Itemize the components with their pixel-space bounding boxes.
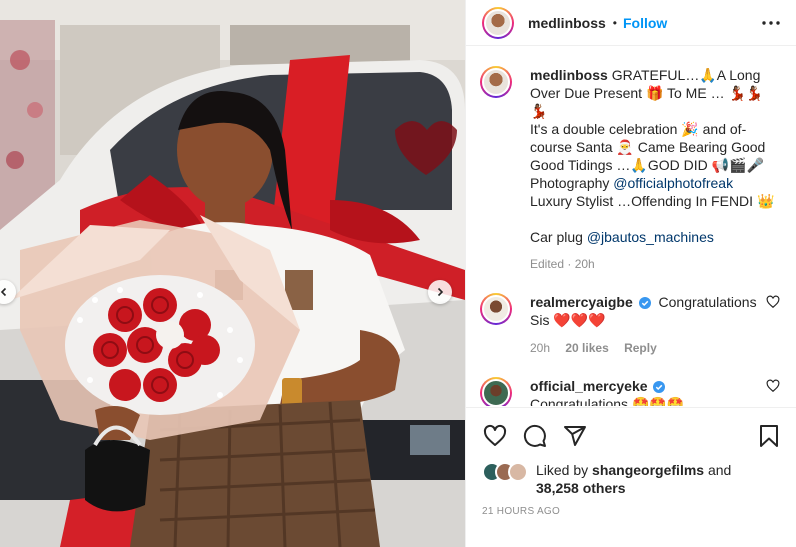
liked-by-user-link[interactable]: shangeorgefilms [592, 462, 704, 478]
post-photo [0, 0, 465, 547]
comment-body: Congratulations 🤩🤩🤩 [530, 396, 685, 406]
save-button[interactable] [756, 423, 782, 449]
caption-line: GRATEFUL…🙏A Long [611, 67, 761, 83]
comment-time[interactable]: 20h [530, 341, 550, 355]
comment-bubble-icon [523, 424, 546, 447]
liked-by-avatars[interactable] [482, 462, 528, 482]
comment-button[interactable] [522, 423, 548, 449]
comments-section[interactable]: medlinboss GRATEFUL…🙏A Long Over Due Pre… [466, 54, 796, 406]
commenter-avatar[interactable] [480, 377, 512, 406]
photographer-mention-link[interactable]: @officialphotofreak [613, 175, 733, 191]
caption-line: course Santa 🎅 Came Bearing Good [530, 139, 766, 155]
bookmark-icon [760, 425, 778, 447]
verified-badge-icon [638, 297, 651, 309]
comment-reply-button[interactable]: Reply [624, 341, 657, 355]
caption-username[interactable]: medlinboss [530, 67, 608, 83]
post-photo-illustration [0, 0, 465, 547]
liker-avatar [508, 462, 528, 482]
likes-summary: Liked by shangeorgefilms and 38,258 othe… [482, 461, 782, 497]
caption-line: It's a double celebration 🎉 and of- [530, 121, 747, 137]
comment-body: Congratulations [658, 294, 757, 310]
liked-by-and: and [704, 462, 732, 478]
commenter-avatar[interactable] [480, 293, 512, 325]
caption-row: medlinboss GRATEFUL…🙏A Long Over Due Pre… [466, 54, 796, 273]
post-header: medlinboss • Follow [466, 0, 796, 46]
chevron-right-icon [437, 287, 444, 297]
liked-by-prefix: Liked by [536, 462, 593, 478]
comment-text: official_mercyeke Congratulations 🤩🤩🤩 [530, 377, 758, 406]
header-separator: • [612, 15, 617, 30]
author-avatar[interactable] [482, 6, 514, 39]
post-actions: Liked by shangeorgefilms and 38,258 othe… [466, 407, 796, 517]
like-comment-heart-icon[interactable] [766, 295, 780, 309]
carousel-next-button[interactable] [428, 280, 452, 304]
like-button[interactable] [482, 423, 508, 449]
follow-button[interactable]: Follow [623, 15, 667, 31]
comment-text: realmercyaigbe Congratulations Sis ❤️❤️❤… [530, 293, 758, 357]
comment-body-continued: Sis ❤️❤️❤️ [530, 312, 606, 328]
commenter-username[interactable]: official_mercyeke [530, 378, 648, 394]
caption-edited-time: Edited · 20h [530, 257, 595, 271]
car-plug-label: Car plug [530, 229, 587, 245]
post-timestamp[interactable]: 21 HOURS AGO [482, 506, 782, 517]
chevron-left-icon [0, 287, 7, 297]
comment-row: realmercyaigbe Congratulations Sis ❤️❤️❤… [466, 273, 796, 357]
post-details-panel: medlinboss • Follow medlinboss GRATEFUL…… [465, 0, 796, 547]
caption-line: Over Due Present 🎁 To ME … 💃🏾💃🏾💃🏾 [530, 85, 764, 119]
more-horizontal-icon [762, 20, 780, 25]
like-comment-heart-icon[interactable] [766, 379, 780, 393]
car-plug-mention-link[interactable]: @jbautos_machines [587, 229, 714, 245]
verified-badge-icon [653, 381, 666, 393]
author-username[interactable]: medlinboss [528, 15, 606, 31]
share-button[interactable] [562, 423, 588, 449]
comment-row: official_mercyeke Congratulations 🤩🤩🤩 [466, 357, 796, 406]
more-options-button[interactable] [760, 12, 782, 34]
photography-label: Photography [530, 175, 614, 191]
likes-count-link[interactable]: 38,258 others [536, 480, 626, 496]
caption-text: medlinboss GRATEFUL…🙏A Long Over Due Pre… [530, 66, 780, 273]
comment-likes-count[interactable]: 20 likes [565, 341, 608, 355]
caption-author-avatar[interactable] [480, 66, 512, 98]
heart-icon [483, 424, 507, 446]
paper-plane-icon [564, 426, 586, 446]
caption-line: Good Tidings …🙏GOD DID 📢🎬🎤 [530, 157, 764, 173]
commenter-username[interactable]: realmercyaigbe [530, 294, 633, 310]
stylist-line: Luxury Stylist …Offending In FENDI 👑 [530, 193, 775, 209]
